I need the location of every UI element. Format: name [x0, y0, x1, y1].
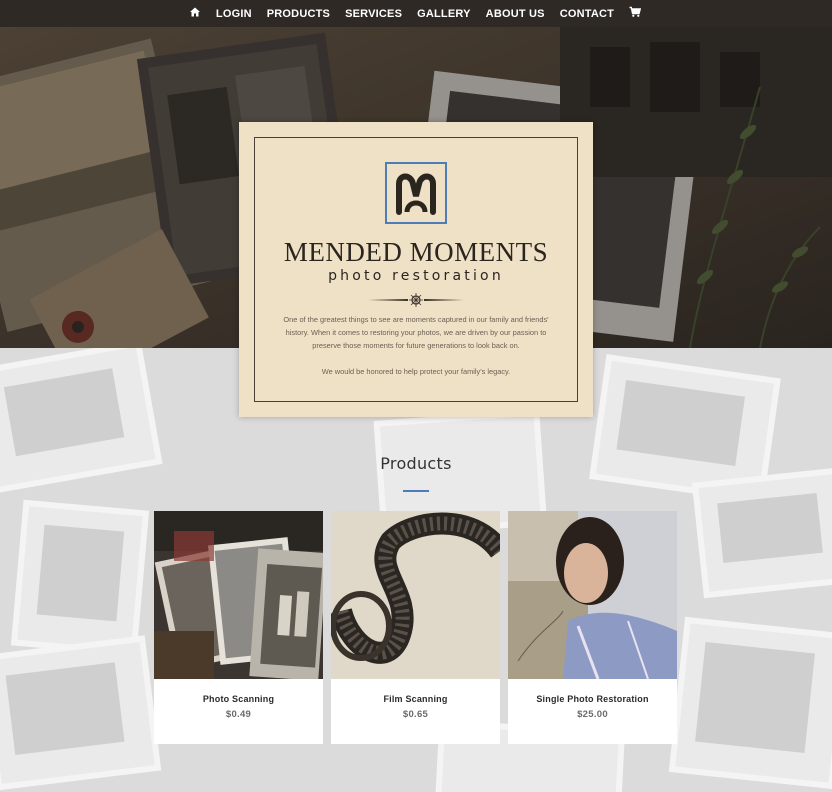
nav-menu: LOGIN PRODUCTS SERVICES GALLERY ABOUT US… [189, 6, 642, 21]
nav-home-link[interactable] [189, 6, 201, 21]
nav-login-link[interactable]: LOGIN [216, 8, 252, 20]
top-navigation: LOGIN PRODUCTS SERVICES GALLERY ABOUT US… [0, 0, 832, 27]
nav-gallery-link[interactable]: GALLERY [417, 8, 471, 20]
nav-contact-link[interactable]: CONTACT [560, 8, 614, 20]
products-heading: Products [380, 454, 452, 473]
nav-about-us-link[interactable]: ABOUT US [486, 8, 545, 20]
product-name[interactable]: Film Scanning [331, 694, 500, 704]
product-name[interactable]: Single Photo Restoration [508, 694, 677, 704]
product-price: $0.49 [225, 709, 252, 720]
brand-subtitle: photo restoration [328, 268, 504, 284]
legacy-paragraph: We would be honored to help protect your… [321, 367, 511, 376]
mended-moments-monogram-icon [385, 162, 447, 224]
product-price: $0.65 [402, 709, 429, 720]
ornamental-divider-icon [368, 293, 464, 307]
product-card-single-photo-restoration[interactable]: Single Photo Restoration $25.00 [508, 511, 677, 744]
photo-scanning-image[interactable] [154, 511, 323, 679]
brand-intro-card: MENDED MOMENTS photo restoration One of … [239, 122, 593, 417]
photo-restoration-image[interactable] [508, 511, 677, 679]
nav-services-link[interactable]: SERVICES [345, 8, 402, 20]
cart-icon [629, 6, 642, 17]
brand-title: MENDED MOMENTS [283, 237, 549, 267]
product-card-photo-scanning[interactable]: Photo Scanning $0.49 [154, 511, 323, 744]
products-heading-underline [403, 490, 429, 492]
intro-paragraph: One of the greatest things to see are mo… [283, 315, 549, 350]
nav-products-link[interactable]: PRODUCTS [267, 8, 330, 20]
nav-cart-link[interactable] [629, 6, 642, 21]
product-name[interactable]: Photo Scanning [154, 694, 323, 704]
product-card-film-scanning[interactable]: Film Scanning $0.65 [331, 511, 500, 744]
product-price: $25.00 [577, 709, 608, 720]
home-icon [189, 7, 200, 17]
film-scanning-image[interactable] [331, 511, 500, 679]
